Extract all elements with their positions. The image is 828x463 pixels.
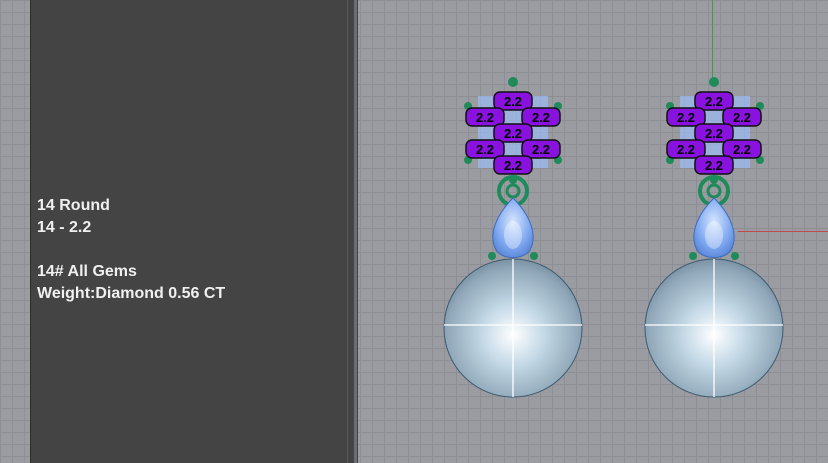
earring-scene: 2.2 2.2 2.2 2.2 2.2 2.2 2.2 2.2 2.2 2.2 … [443, 77, 784, 398]
svg-text:2.2: 2.2 [733, 110, 751, 125]
pearl-right [644, 258, 784, 398]
svg-text:2.2: 2.2 [504, 126, 522, 141]
drop-stone-left [488, 197, 538, 260]
svg-text:2.2: 2.2 [705, 94, 723, 109]
earring-left[interactable]: 2.2 2.2 2.2 2.2 2.2 2.2 2.2 [443, 77, 583, 398]
svg-text:2.2: 2.2 [504, 94, 522, 109]
svg-text:2.2: 2.2 [476, 142, 494, 157]
svg-text:2.2: 2.2 [476, 110, 494, 125]
pearl-left [443, 258, 583, 398]
svg-text:2.2: 2.2 [532, 110, 550, 125]
drop-stone-right [689, 197, 739, 260]
svg-text:2.2: 2.2 [733, 142, 751, 157]
svg-text:2.2: 2.2 [532, 142, 550, 157]
svg-text:2.2: 2.2 [677, 110, 695, 125]
svg-text:2.2: 2.2 [705, 158, 723, 173]
svg-text:2.2: 2.2 [504, 158, 522, 173]
earring-right[interactable]: 2.2 2.2 2.2 2.2 2.2 2.2 2.2 [644, 77, 784, 398]
svg-text:2.2: 2.2 [705, 126, 723, 141]
svg-text:2.2: 2.2 [677, 142, 695, 157]
